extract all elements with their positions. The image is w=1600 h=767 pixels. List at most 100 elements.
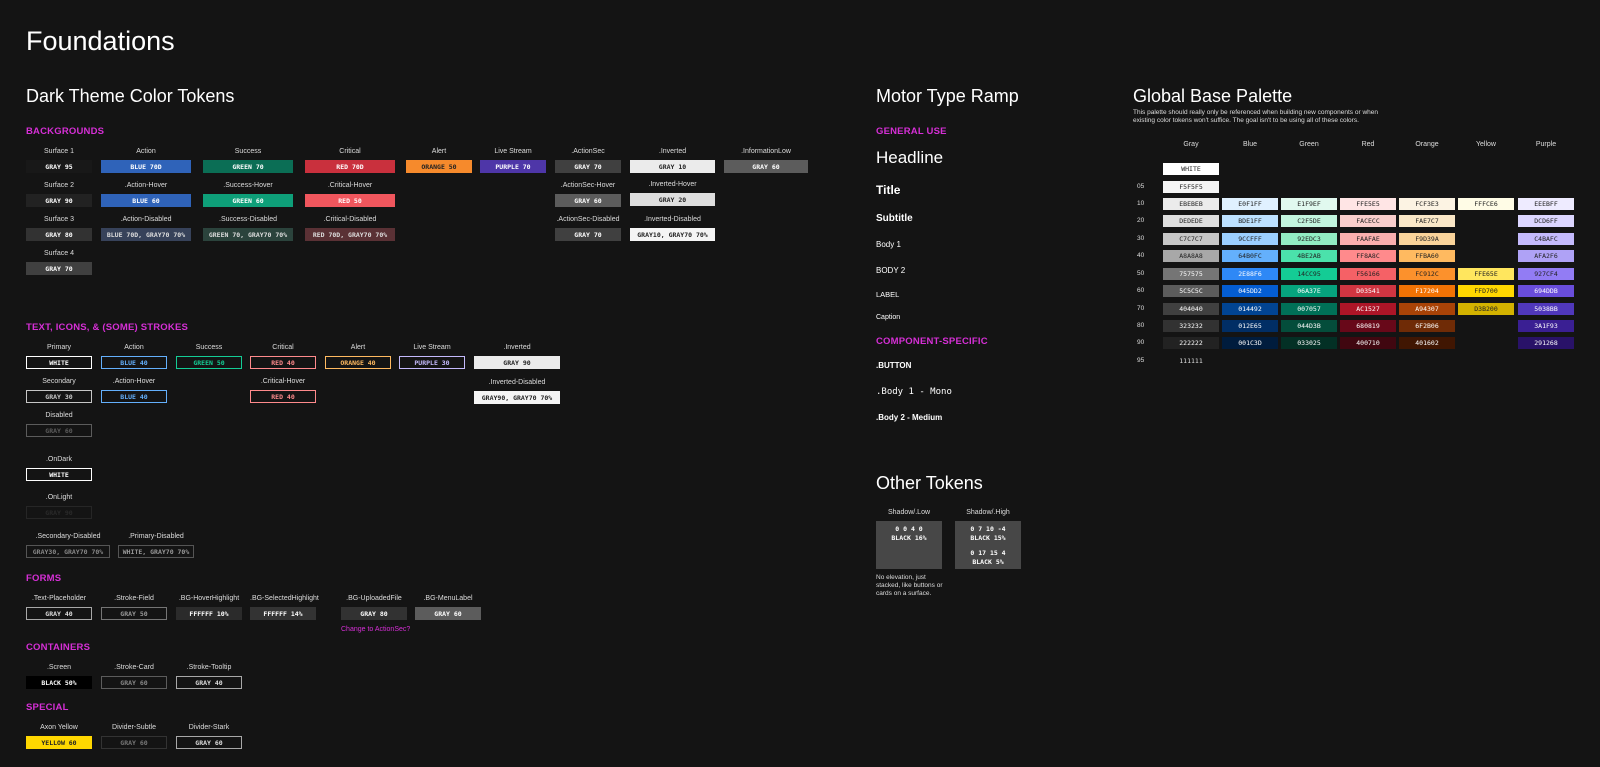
shadow-high-line-3: 0 17 15 4 bbox=[970, 549, 1006, 557]
palette-purple-10: EEEBFF bbox=[1518, 198, 1574, 210]
special-heading: SPECIAL bbox=[26, 702, 69, 713]
palette-header-green: Green bbox=[1299, 141, 1319, 148]
special-divider-subtle-label: Divider-Subtle bbox=[112, 724, 156, 731]
ramp-body-2-medium: .Body 2 - Medium bbox=[876, 413, 943, 422]
bg-live-stream-label: Live Stream bbox=[494, 148, 532, 155]
surface-3-label: Surface 3 bbox=[44, 216, 74, 223]
text-disabled-label: Disabled bbox=[45, 412, 73, 419]
surface-1-label: Surface 1 bbox=[44, 148, 74, 155]
palette-row-label-70: 70 bbox=[1137, 305, 1145, 312]
bg-actionsec-disabled-swatch: GRAY 70 bbox=[555, 228, 621, 241]
ramp-subtitle: Subtitle bbox=[876, 213, 913, 224]
special-axon-yellow-swatch: YELLOW 60 bbox=[26, 736, 92, 749]
text-success-label: Success bbox=[195, 344, 223, 351]
text-critical-hover-label: .Critical-Hover bbox=[260, 378, 306, 385]
palette-yellow-10: FFFCE6 bbox=[1458, 198, 1514, 210]
palette-blue-90: 001C3D bbox=[1222, 337, 1278, 349]
palette-blue-20: BDE1FF bbox=[1222, 215, 1278, 227]
bg-success-disabled-swatch: GREEN 70, GRAY70 70% bbox=[203, 228, 293, 241]
containers-stroke-tooltip-swatch: GRAY 40 bbox=[176, 676, 242, 689]
bg-alert-label: Alert bbox=[431, 148, 447, 155]
forms-text-placeholder-label: .Text-Placeholder bbox=[31, 595, 87, 602]
text-primary-label: Primary bbox=[46, 344, 72, 351]
palette-header-purple: Purple bbox=[1535, 141, 1557, 148]
palette-red-50: F56166 bbox=[1340, 268, 1396, 280]
text-action-label: Action bbox=[124, 344, 144, 351]
palette-row-label-40: 40 bbox=[1137, 252, 1145, 259]
palette-gray-05: F5F5F5 bbox=[1163, 181, 1219, 193]
text-inverted-label: .Inverted bbox=[503, 344, 531, 351]
text-primary-swatch: WHITE bbox=[26, 356, 92, 369]
palette-purple-40: AFA2F6 bbox=[1518, 250, 1574, 262]
palette-green-90: 033025 bbox=[1281, 337, 1337, 349]
palette-header-blue: Blue bbox=[1242, 141, 1257, 148]
bg-actionsec-disabled-label: .ActionSec-Disabled bbox=[556, 216, 620, 223]
text-success-swatch: GREEN 50 bbox=[176, 356, 242, 369]
bg-actionsec-swatch: GRAY 70 bbox=[555, 160, 621, 173]
bg-inverted-disabled-label: .Inverted-Disabled bbox=[644, 216, 701, 223]
palette-green-60: 06A37E bbox=[1281, 285, 1337, 297]
palette-orange-90: 401602 bbox=[1399, 337, 1455, 349]
palette-purple-70: 5038BB bbox=[1518, 303, 1574, 315]
ramp-button: .BUTTON bbox=[876, 361, 912, 370]
palette-header-gray: Gray bbox=[1183, 141, 1199, 148]
palette-red-20: FACECC bbox=[1340, 215, 1396, 227]
palette-yellow-60: FFD700 bbox=[1458, 285, 1514, 297]
palette-gray-10: EBEBEB bbox=[1163, 198, 1219, 210]
palette-row-label-05: 05 bbox=[1137, 183, 1145, 190]
shadow-low-line-2: BLACK 16% bbox=[891, 534, 927, 542]
surface-4-swatch: GRAY 70 bbox=[26, 262, 92, 275]
text-critical-swatch: RED 40 bbox=[250, 356, 316, 369]
text-onlight-label: .OnLight bbox=[45, 494, 73, 501]
shadow-high-label: Shadow/.High bbox=[966, 509, 1010, 516]
palette-orange-70: A94307 bbox=[1399, 303, 1455, 315]
palette-row-label-10: 10 bbox=[1137, 200, 1145, 207]
containers-screen-swatch: BLACK 50% bbox=[26, 676, 92, 689]
surface-3-swatch: GRAY 80 bbox=[26, 228, 92, 241]
palette-orange-20: FAE7C7 bbox=[1399, 215, 1455, 227]
text-live-stream-swatch: PURPLE 30 bbox=[399, 356, 465, 369]
ramp-headline: Headline bbox=[876, 148, 944, 167]
palette-purple-60: 694DDB bbox=[1518, 285, 1574, 297]
bg-inverted-disabled-swatch: GRAY10, GRAY70 70% bbox=[630, 228, 715, 241]
special-axon-yellow-label: Axon Yellow bbox=[40, 724, 78, 731]
palette-green-40: 4BE2AB bbox=[1281, 250, 1337, 262]
bg-critical-hover-swatch: RED 50 bbox=[305, 194, 395, 207]
general-use-heading: GENERAL USE bbox=[876, 126, 947, 137]
palette-gray-70: 404040 bbox=[1163, 303, 1219, 315]
palette-purple-50: 927CF4 bbox=[1518, 268, 1574, 280]
ramp-label: LABEL bbox=[876, 290, 900, 299]
shadow-low-swatch: 0 0 4 0 BLACK 16% bbox=[876, 521, 942, 569]
bg-critical-disabled-label: .Critical-Disabled bbox=[323, 216, 377, 223]
shadow-high-line-2: BLACK 15% bbox=[970, 534, 1006, 542]
palette-red-80: 680819 bbox=[1340, 320, 1396, 332]
text-live-stream-label: Live Stream bbox=[413, 344, 451, 351]
palette-orange-30: F9D39A bbox=[1399, 233, 1455, 245]
palette-green-80: 044D3B bbox=[1281, 320, 1337, 332]
forms-text-placeholder-swatch: GRAY 40 bbox=[26, 607, 92, 620]
palette-blue-80: 012E65 bbox=[1222, 320, 1278, 332]
forms-bg-selected-label: .BG-SelectedHighlight bbox=[250, 595, 319, 602]
bg-critical-swatch: RED 70D bbox=[305, 160, 395, 173]
special-divider-stark-label: Divider-Stark bbox=[188, 724, 230, 731]
bg-actionsec-hover-swatch: GRAY 60 bbox=[555, 194, 621, 207]
palette-gray-white: WHITE bbox=[1163, 163, 1219, 175]
palette-purple-80: 3A1F93 bbox=[1518, 320, 1574, 332]
bg-action-hover-label: .Action-Hover bbox=[124, 182, 168, 189]
palette-gray-40: A8A8A8 bbox=[1163, 250, 1219, 262]
ramp-body-2: BODY 2 bbox=[876, 266, 906, 275]
palette-green-30: 92EDC3 bbox=[1281, 233, 1337, 245]
palette-blue-10: E0F1FF bbox=[1222, 198, 1278, 210]
bg-actionsec-hover-label: .ActionSec-Hover bbox=[560, 182, 616, 189]
forms-heading: FORMS bbox=[26, 573, 62, 584]
bg-success-label: Success bbox=[234, 148, 262, 155]
text-inverted-swatch: GRAY 90 bbox=[474, 356, 560, 369]
palette-red-60: D03541 bbox=[1340, 285, 1396, 297]
palette-orange-40: FFBA60 bbox=[1399, 250, 1455, 262]
special-divider-stark-swatch: GRAY 60 bbox=[176, 736, 242, 749]
palette-red-40: FF8A8C bbox=[1340, 250, 1396, 262]
bg-inverted-hover-swatch: GRAY 20 bbox=[630, 193, 715, 206]
palette-gray-60: 5C5C5C bbox=[1163, 285, 1219, 297]
forms-bg-selected-swatch: FFFFFF 14% bbox=[250, 607, 316, 620]
palette-green-10: E1F9EF bbox=[1281, 198, 1337, 210]
